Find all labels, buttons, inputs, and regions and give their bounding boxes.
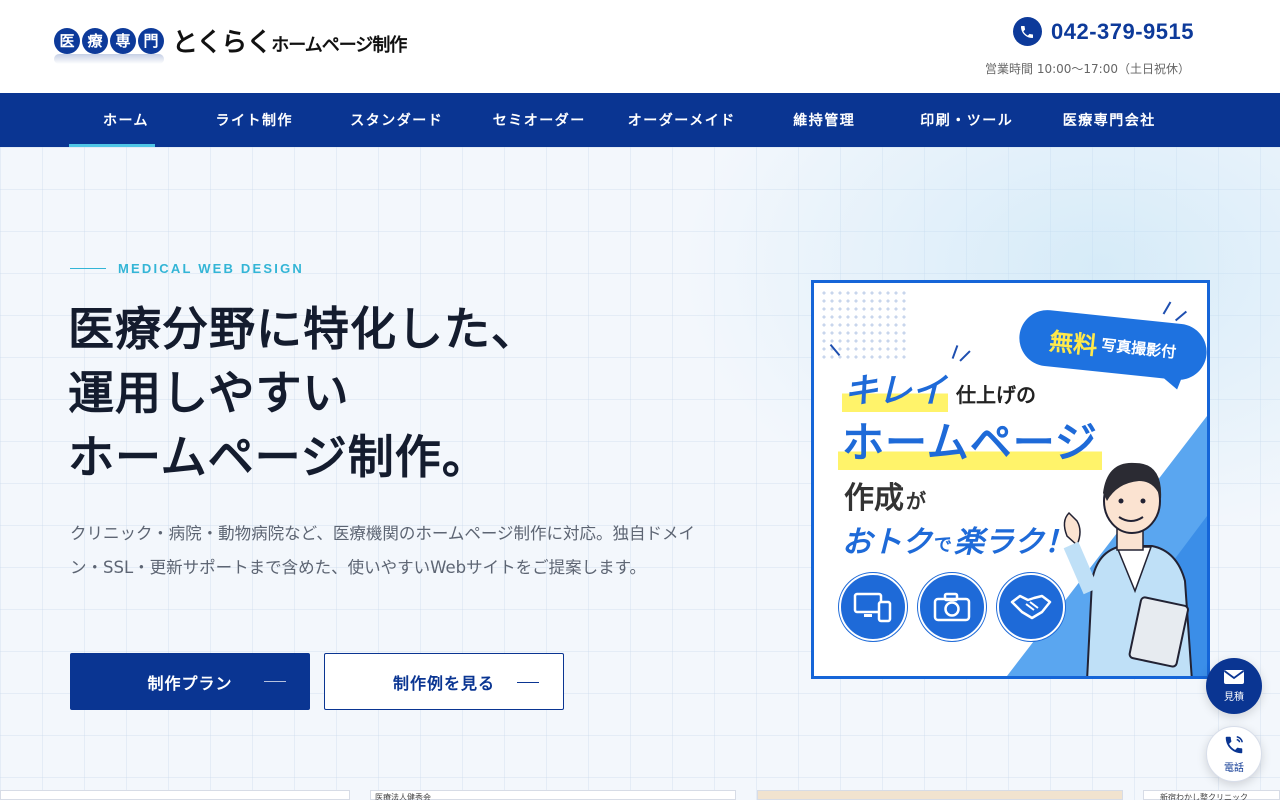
- tel-float-button[interactable]: 電話: [1206, 726, 1262, 782]
- hero-section: MEDICAL WEB DESIGN 医療分野に特化した、 運用しやすい ホーム…: [0, 147, 1280, 800]
- banner-otoku: おトク: [842, 525, 932, 560]
- business-hours: 営業時間 10:00〜17:00（土日祝休）: [985, 62, 1190, 76]
- work-thumbnail[interactable]: 医療法人健秀会: [370, 790, 736, 800]
- hero-description: クリニック・病院・動物病院など、医療機関のホームページ制作に対応。独自ドメイン・…: [70, 524, 696, 577]
- spark-decoration: [1174, 310, 1188, 322]
- nav-item-print-tools[interactable]: 印刷・ツール: [896, 93, 1039, 147]
- logo-badge: 療: [82, 27, 108, 54]
- camera-icon: [918, 573, 986, 641]
- eyebrow-line: [70, 268, 106, 269]
- estimate-label: 見積: [1224, 692, 1244, 703]
- site-header: 医 療 専 門 とくらく ホームページ制作 042-379-9515 営業時間 …: [0, 0, 1280, 93]
- businessman-illustration: [1063, 462, 1193, 676]
- work-thumbnail[interactable]: [757, 790, 1123, 800]
- logo-badge: 専: [110, 27, 136, 54]
- hero-headline: 医療分野に特化した、 運用しやすい ホームページ制作。: [68, 297, 538, 489]
- examples-button-label: 制作例を見る: [392, 673, 495, 693]
- banner-icon-row: [839, 573, 1076, 641]
- headline-line: 医療分野に特化した、: [68, 302, 538, 356]
- headline-line: ホームページ制作。: [68, 430, 489, 484]
- banner-kirei: キレイ: [842, 363, 948, 412]
- phone-number[interactable]: 042-379-9515: [1051, 19, 1194, 45]
- thumbnail-title: 新宿わかし整クリニック: [1160, 793, 1248, 800]
- devices-icon: [839, 573, 907, 641]
- nav-item-medical-company[interactable]: 医療専門会社: [1038, 93, 1181, 147]
- logo-reflection: [54, 54, 164, 64]
- examples-button[interactable]: 制作例を見る: [324, 653, 564, 710]
- banner-shiage: 仕上げの: [956, 383, 1036, 407]
- arrow-line-icon: [517, 682, 539, 683]
- bubble-free-text: 無料: [1048, 326, 1099, 360]
- plans-button-label: 制作プラン: [147, 673, 233, 693]
- phone-icon: [1012, 17, 1042, 46]
- work-thumbnail[interactable]: [0, 790, 350, 800]
- bubble-tail: [1164, 373, 1187, 392]
- promo-banner[interactable]: 無料 写真撮影付 キレイ 仕上げの ホームページ 作成 が おトク で 楽ラク！: [811, 280, 1210, 679]
- thumbnail-title: 医療法人健秀会: [375, 793, 431, 800]
- mail-icon: [1223, 670, 1245, 684]
- phone-call-icon: [1225, 736, 1243, 754]
- banner-ga: が: [906, 489, 926, 513]
- logo-sub-text: ホームページ制作: [271, 34, 407, 56]
- bubble-photo-text: 写真撮影付: [1100, 335, 1178, 362]
- plans-button[interactable]: 制作プラン: [70, 653, 310, 710]
- nav-item-home[interactable]: ホーム: [69, 93, 183, 147]
- banner-sakusei: 作成: [844, 481, 904, 516]
- estimate-float-button[interactable]: 見積: [1206, 658, 1262, 714]
- header-phone[interactable]: 042-379-9515: [1012, 17, 1194, 46]
- logo-badge: 門: [138, 27, 164, 54]
- arrow-line-icon: [264, 681, 286, 682]
- logo-main-text: とくらく: [172, 28, 272, 58]
- hero-eyebrow: MEDICAL WEB DESIGN: [70, 261, 304, 276]
- banner-line-1: キレイ 仕上げの: [842, 363, 1036, 412]
- tel-label: 電話: [1224, 763, 1244, 774]
- work-thumbnail[interactable]: 新宿わかし整クリニック: [1143, 790, 1280, 800]
- nav-item-lite[interactable]: ライト制作: [183, 93, 326, 147]
- spark-decoration: [959, 350, 971, 362]
- headline-line: 運用しやすい: [68, 366, 350, 420]
- spark-decoration: [951, 345, 959, 359]
- banner-line-4: おトク で 楽ラク！: [842, 517, 1074, 561]
- spark-decoration: [1162, 301, 1172, 315]
- nav-item-standard[interactable]: スタンダード: [326, 93, 469, 147]
- nav-item-order-made[interactable]: オーダーメイド: [611, 93, 754, 147]
- free-photo-bubble: 無料 写真撮影付: [1016, 307, 1207, 392]
- nav-item-maintenance[interactable]: 維持管理: [753, 93, 896, 147]
- global-nav: ホーム ライト制作 スタンダード セミオーダー オーダーメイド 維持管理 印刷・…: [0, 93, 1280, 147]
- banner-de: で: [934, 535, 952, 556]
- eyebrow-text: MEDICAL WEB DESIGN: [118, 261, 304, 276]
- nav-item-semi-order[interactable]: セミオーダー: [468, 93, 611, 147]
- banner-line-3: 作成 が: [844, 473, 926, 517]
- logo-badge: 医: [54, 27, 80, 54]
